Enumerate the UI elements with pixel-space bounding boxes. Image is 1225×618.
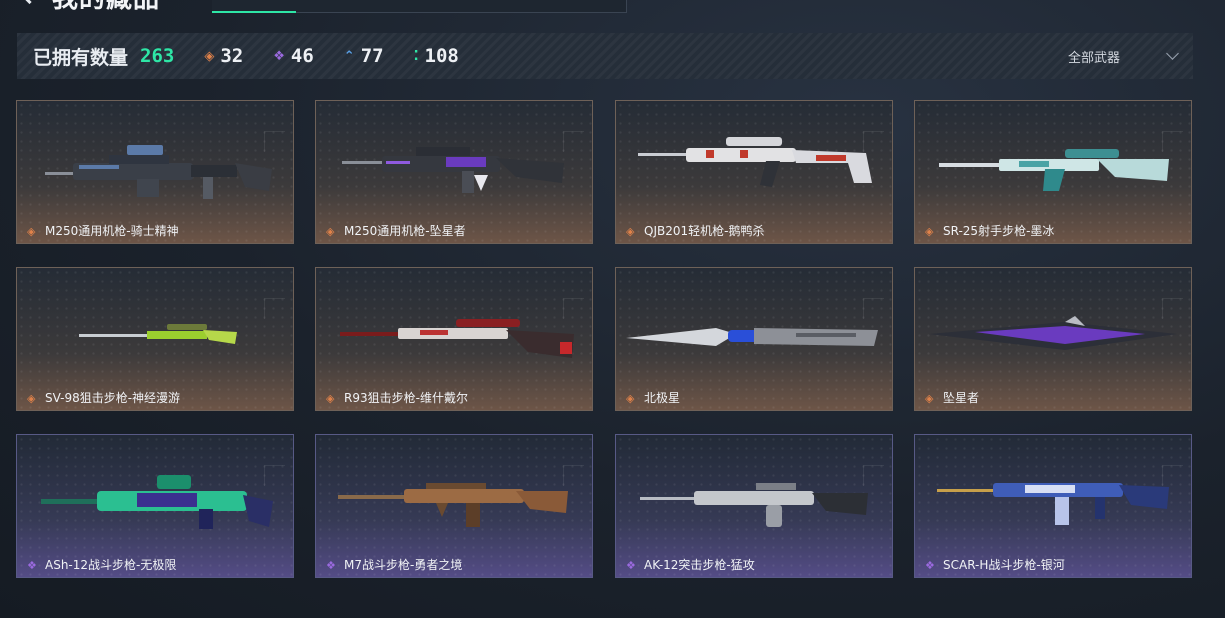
item-name: 坠星者 [943, 391, 980, 405]
assault-rifle-icon [640, 483, 868, 527]
owned-count: 263 [140, 45, 175, 67]
knife-icon [626, 328, 878, 346]
tab-bar[interactable] [212, 0, 627, 13]
item-card[interactable]: ❖ SCAR-H战斗步枪-银河 [914, 434, 1192, 578]
orange-diamond-icon: ◈ [626, 392, 635, 405]
item-name: SR-25射手步枪-墨冰 [943, 224, 1055, 238]
rarity-count-value: 32 [220, 45, 244, 67]
weapon-filter-label: 全部武器 [1067, 50, 1120, 66]
rarity-count-blue: ⌃ 77 [344, 45, 384, 67]
light-machine-gun-icon [638, 137, 872, 187]
rarity-count-value: 46 [290, 45, 314, 67]
item-card[interactable]: ◈ 坠星者 [914, 267, 1192, 411]
orange-diamond-icon: ◈ [626, 225, 635, 238]
item-name: M250通用机枪-坠星者 [344, 224, 466, 238]
item-name: M250通用机枪-骑士精神 [45, 224, 179, 238]
machine-gun-icon [45, 145, 272, 199]
item-name: SV-98狙击步枪-神经漫游 [45, 391, 181, 405]
rarity-count-purple: ❖ 46 [273, 45, 314, 67]
orange-diamond-icon: ◈ [204, 48, 215, 64]
orange-diamond-icon: ◈ [27, 225, 36, 238]
weapon-filter-dropdown[interactable]: 全部武器 [1067, 33, 1179, 79]
rarity-count-green: ⁚ 108 [414, 45, 459, 67]
item-name: QJB201轻机枪-鹅鸭杀 [644, 224, 765, 238]
item-name: SCAR-H战斗步枪-银河 [943, 558, 1065, 572]
item-name: M7战斗步枪-勇者之境 [344, 558, 463, 572]
battle-rifle-icon [338, 483, 568, 527]
blue-chevron-icon: ⌃ [343, 48, 355, 64]
green-dots-icon: ⁚ [413, 48, 419, 64]
item-card[interactable]: ◈ SR-25射手步枪-墨冰 [914, 100, 1192, 244]
marksman-rifle-icon [939, 149, 1169, 191]
item-name: ASh-12战斗步枪-无极限 [45, 558, 177, 572]
back-icon[interactable] [18, 0, 41, 5]
stats-bar: 已拥有数量 263 ◈ 32 ❖ 46 ⌃ 77 ⁚ 108 全部武器 [17, 33, 1193, 79]
rarity-count-orange: ◈ 32 [204, 45, 243, 67]
knife-icon [929, 316, 1177, 350]
purple-diamond-icon: ❖ [273, 48, 285, 64]
item-card[interactable]: ◈ 北极星 [615, 267, 893, 411]
chevron-down-icon [1166, 47, 1179, 60]
rarity-count-value: 108 [424, 45, 459, 67]
item-card[interactable]: ◈ R93狙击步枪-维什戴尔 [315, 267, 593, 411]
battle-rifle-icon [937, 483, 1169, 525]
item-card[interactable]: ❖ ASh-12战斗步枪-无极限 [16, 434, 294, 578]
page-title: 我的藏品 [52, 0, 160, 15]
item-card[interactable]: ◈ SV-98狙击步枪-神经漫游 [16, 267, 294, 411]
machine-gun-icon [342, 147, 564, 193]
orange-diamond-icon: ◈ [27, 392, 36, 405]
purple-diamond-icon: ❖ [626, 559, 636, 572]
item-name: AK-12突击步枪-猛攻 [644, 558, 755, 572]
battle-rifle-icon [41, 475, 273, 529]
sniper-rifle-icon [79, 324, 237, 344]
orange-diamond-icon: ◈ [326, 225, 335, 238]
item-card[interactable]: ❖ AK-12突击步枪-猛攻 [615, 434, 893, 578]
owned-label: 已拥有数量 [33, 46, 129, 69]
purple-diamond-icon: ❖ [925, 559, 935, 572]
item-card[interactable]: ◈ QJB201轻机枪-鹅鸭杀 [615, 100, 893, 244]
item-name: R93狙击步枪-维什戴尔 [344, 391, 468, 405]
orange-diamond-icon: ◈ [925, 392, 934, 405]
purple-diamond-icon: ❖ [27, 559, 37, 572]
orange-diamond-icon: ◈ [925, 225, 934, 238]
item-card[interactable]: ❖ M7战斗步枪-勇者之境 [315, 434, 593, 578]
purple-diamond-icon: ❖ [326, 559, 336, 572]
sniper-rifle-icon [340, 319, 574, 358]
orange-diamond-icon: ◈ [326, 392, 335, 405]
rarity-count-value: 77 [360, 45, 384, 67]
item-card[interactable]: ◈ M250通用机枪-骑士精神 [16, 100, 294, 244]
item-name: 北极星 [644, 391, 681, 405]
item-card[interactable]: ◈ M250通用机枪-坠星者 [315, 100, 593, 244]
active-tab-indicator [212, 11, 296, 13]
